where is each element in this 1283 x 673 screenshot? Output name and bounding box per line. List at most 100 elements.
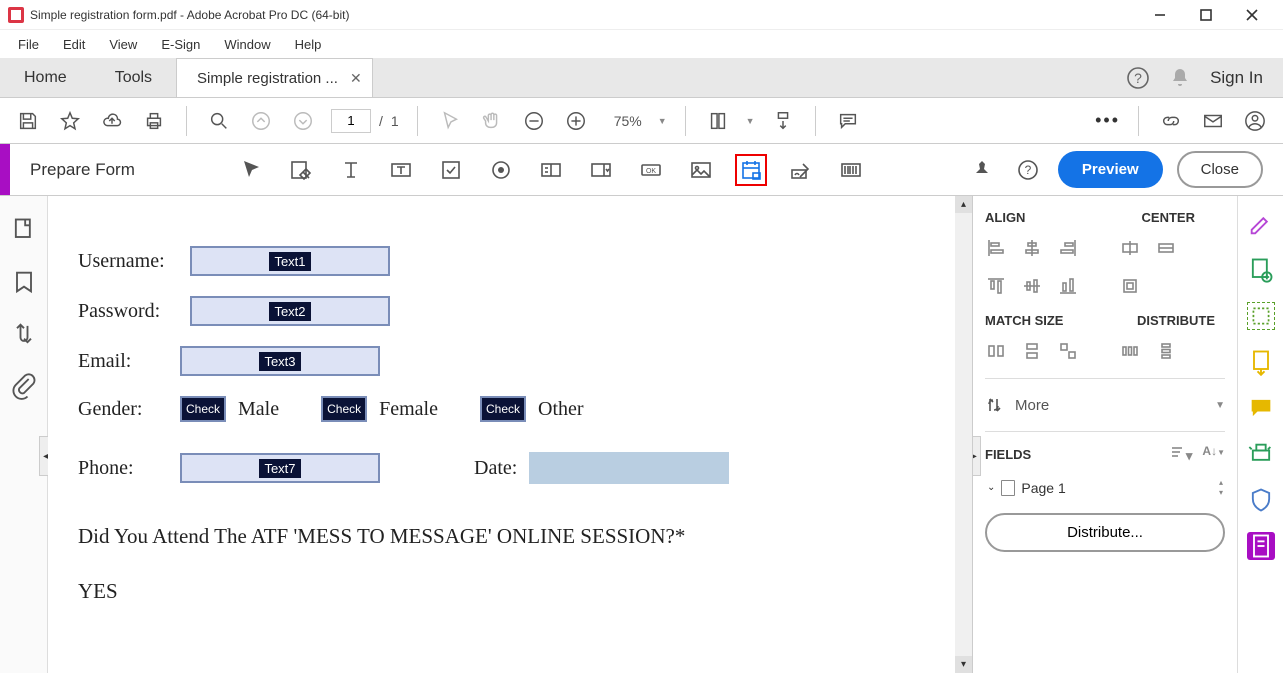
document-area[interactable]: Username: Text1 Password: Text2 Email: T… — [48, 196, 972, 673]
match-width-icon[interactable] — [985, 340, 1007, 362]
pointer-icon[interactable] — [436, 107, 464, 135]
attachment-icon[interactable] — [10, 372, 38, 400]
pin-icon[interactable] — [966, 154, 998, 186]
menu-file[interactable]: File — [8, 33, 49, 56]
organize-pages-tool-icon[interactable] — [1247, 348, 1275, 376]
tab-tools[interactable]: Tools — [91, 58, 176, 97]
date-field-tool-icon[interactable] — [735, 154, 767, 186]
save-icon[interactable] — [14, 107, 42, 135]
menu-view[interactable]: View — [99, 33, 147, 56]
minimize-button[interactable] — [1137, 0, 1183, 30]
sign-in-link[interactable]: Sign In — [1210, 68, 1263, 88]
password-field[interactable]: Text2 — [190, 296, 390, 326]
account-icon[interactable] — [1241, 107, 1269, 135]
center-horizontal-icon[interactable] — [1119, 237, 1141, 259]
checkbox-tool-icon[interactable] — [435, 154, 467, 186]
protect-tool-icon[interactable] — [1247, 486, 1275, 514]
prepare-form-accent — [0, 144, 10, 195]
fields-sort-icon[interactable]: A↓▼ — [1202, 444, 1225, 464]
align-bottom-icon[interactable] — [1057, 275, 1079, 297]
zoom-out-icon[interactable] — [520, 107, 548, 135]
distribute-v-icon[interactable] — [1155, 340, 1177, 362]
menu-edit[interactable]: Edit — [53, 33, 95, 56]
menu-esign[interactable]: E-Sign — [151, 33, 210, 56]
page-current-input[interactable] — [331, 109, 371, 133]
maximize-button[interactable] — [1183, 0, 1229, 30]
distribute-button[interactable]: Distribute... — [985, 513, 1225, 552]
create-pdf-tool-icon[interactable] — [1247, 256, 1275, 284]
align-top-icon[interactable] — [985, 275, 1007, 297]
dropdown-tool-icon[interactable] — [585, 154, 617, 186]
prepare-form-tool-icon[interactable] — [1247, 532, 1275, 560]
tab-document[interactable]: Simple registration ... ✕ — [176, 58, 373, 97]
search-icon[interactable] — [205, 107, 233, 135]
hand-icon[interactable] — [478, 107, 506, 135]
select-tool-icon[interactable] — [235, 154, 267, 186]
share-link-icon[interactable] — [1157, 107, 1185, 135]
zoom-dropdown[interactable]: 75% ▼ — [604, 111, 667, 131]
align-right-icon[interactable] — [1057, 237, 1079, 259]
align-center-h-icon[interactable] — [1021, 237, 1043, 259]
ok-button-tool-icon[interactable]: OK — [635, 154, 667, 186]
match-height-icon[interactable] — [1021, 340, 1043, 362]
align-center-v-icon[interactable] — [1021, 275, 1043, 297]
layers-icon[interactable] — [10, 320, 38, 348]
tab-close-icon[interactable]: ✕ — [350, 70, 362, 87]
star-icon[interactable] — [56, 107, 84, 135]
fields-list-icon[interactable]: ▾ — [1170, 444, 1193, 464]
date-field[interactable] — [529, 452, 729, 484]
menu-help[interactable]: Help — [285, 33, 332, 56]
close-window-button[interactable] — [1229, 0, 1275, 30]
distribute-h-icon[interactable] — [1119, 340, 1141, 362]
menu-window[interactable]: Window — [214, 33, 280, 56]
more-dropdown[interactable]: More ▼ — [985, 389, 1225, 421]
scroll-down-icon[interactable]: ▾ — [955, 656, 972, 673]
comment-icon[interactable] — [834, 107, 862, 135]
zoom-in-icon[interactable] — [562, 107, 590, 135]
align-left-icon[interactable] — [985, 237, 1007, 259]
fields-tree-page[interactable]: ⌄ Page 1 ▴▾ — [985, 474, 1225, 501]
print-production-tool-icon[interactable] — [1247, 440, 1275, 468]
radio-tool-icon[interactable] — [485, 154, 517, 186]
more-dots-icon[interactable]: ••• — [1095, 110, 1120, 131]
signature-tool-icon[interactable] — [785, 154, 817, 186]
text-field-tool-icon[interactable] — [335, 154, 367, 186]
list-box-tool-icon[interactable] — [535, 154, 567, 186]
field-stepper[interactable]: ▴▾ — [1219, 478, 1223, 497]
close-button[interactable]: Close — [1177, 151, 1263, 188]
center-vertical-icon[interactable] — [1155, 237, 1177, 259]
email-field[interactable]: Text3 — [180, 346, 380, 376]
username-field[interactable]: Text1 — [190, 246, 390, 276]
chevron-down-icon[interactable]: ▼ — [746, 116, 755, 126]
help-icon[interactable]: ? — [1126, 66, 1150, 90]
phone-field[interactable]: Text7 — [180, 453, 380, 483]
barcode-tool-icon[interactable] — [835, 154, 867, 186]
fit-width-icon[interactable] — [704, 107, 732, 135]
print-icon[interactable] — [140, 107, 168, 135]
help-circle-icon[interactable]: ? — [1012, 154, 1044, 186]
gender-check-other[interactable]: Check — [480, 396, 526, 422]
scroll-up-icon[interactable]: ▴ — [955, 196, 972, 213]
collapse-right-handle[interactable]: ▶ — [972, 436, 981, 476]
gender-check-male[interactable]: Check — [180, 396, 226, 422]
image-tool-icon[interactable] — [685, 154, 717, 186]
page-up-icon[interactable] — [247, 107, 275, 135]
thumbnails-icon[interactable] — [10, 216, 38, 244]
match-both-icon[interactable] — [1057, 340, 1079, 362]
bell-icon[interactable] — [1168, 66, 1192, 90]
text-box-tool-icon[interactable] — [385, 154, 417, 186]
cloud-upload-icon[interactable] — [98, 107, 126, 135]
preview-button[interactable]: Preview — [1058, 151, 1163, 188]
sticky-note-tool-icon[interactable] — [1247, 394, 1275, 422]
page-down-icon[interactable] — [289, 107, 317, 135]
edit-text-tool-icon[interactable] — [285, 154, 317, 186]
email-icon[interactable] — [1199, 107, 1227, 135]
scroll-mode-icon[interactable] — [769, 107, 797, 135]
center-both-icon[interactable] — [1119, 275, 1141, 297]
bookmark-icon[interactable] — [10, 268, 38, 296]
edit-pdf-tool-icon[interactable] — [1247, 210, 1275, 238]
tab-home[interactable]: Home — [0, 58, 91, 97]
gender-check-female[interactable]: Check — [321, 396, 367, 422]
vertical-scrollbar[interactable]: ▴ ▾ — [955, 196, 972, 673]
export-pdf-tool-icon[interactable] — [1247, 302, 1275, 330]
